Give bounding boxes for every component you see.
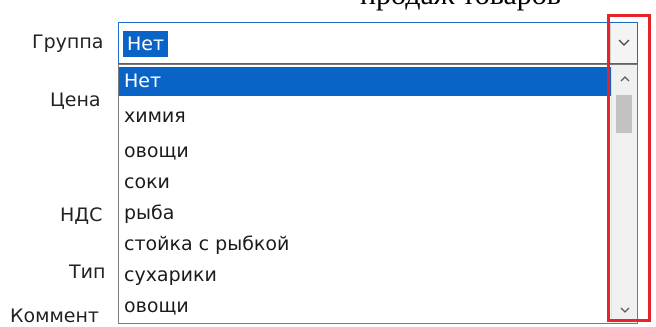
highlight-annotation-box (607, 14, 651, 322)
dropdown-option-vegetables[interactable]: овощи (119, 137, 611, 166)
dropdown-option-chemistry[interactable]: химия (119, 102, 611, 131)
dropdown-option-juices[interactable]: соки (119, 168, 611, 197)
page-heading: продаж товаров (360, 0, 561, 12)
dropdown-option-crackers[interactable]: сухарики (119, 261, 611, 290)
dropdown-option-none[interactable]: Нет (119, 67, 611, 96)
combo-selected-value: Нет (123, 31, 169, 57)
dropdown-option-fish[interactable]: рыба (119, 199, 611, 228)
dropdown-option-vegetables-2[interactable]: овощи (119, 292, 611, 321)
group-dropdown-list[interactable]: Нет химия овощи соки рыба стойка с рыбко… (118, 64, 638, 324)
group-combobox[interactable]: Нет (118, 22, 638, 64)
dropdown-option-fish-stand[interactable]: стойка с рыбкой (119, 230, 611, 259)
type-label: Тип (69, 261, 106, 283)
group-label: Группа (32, 31, 104, 53)
vat-label: НДС (60, 204, 103, 226)
price-label: Цена (50, 89, 101, 111)
